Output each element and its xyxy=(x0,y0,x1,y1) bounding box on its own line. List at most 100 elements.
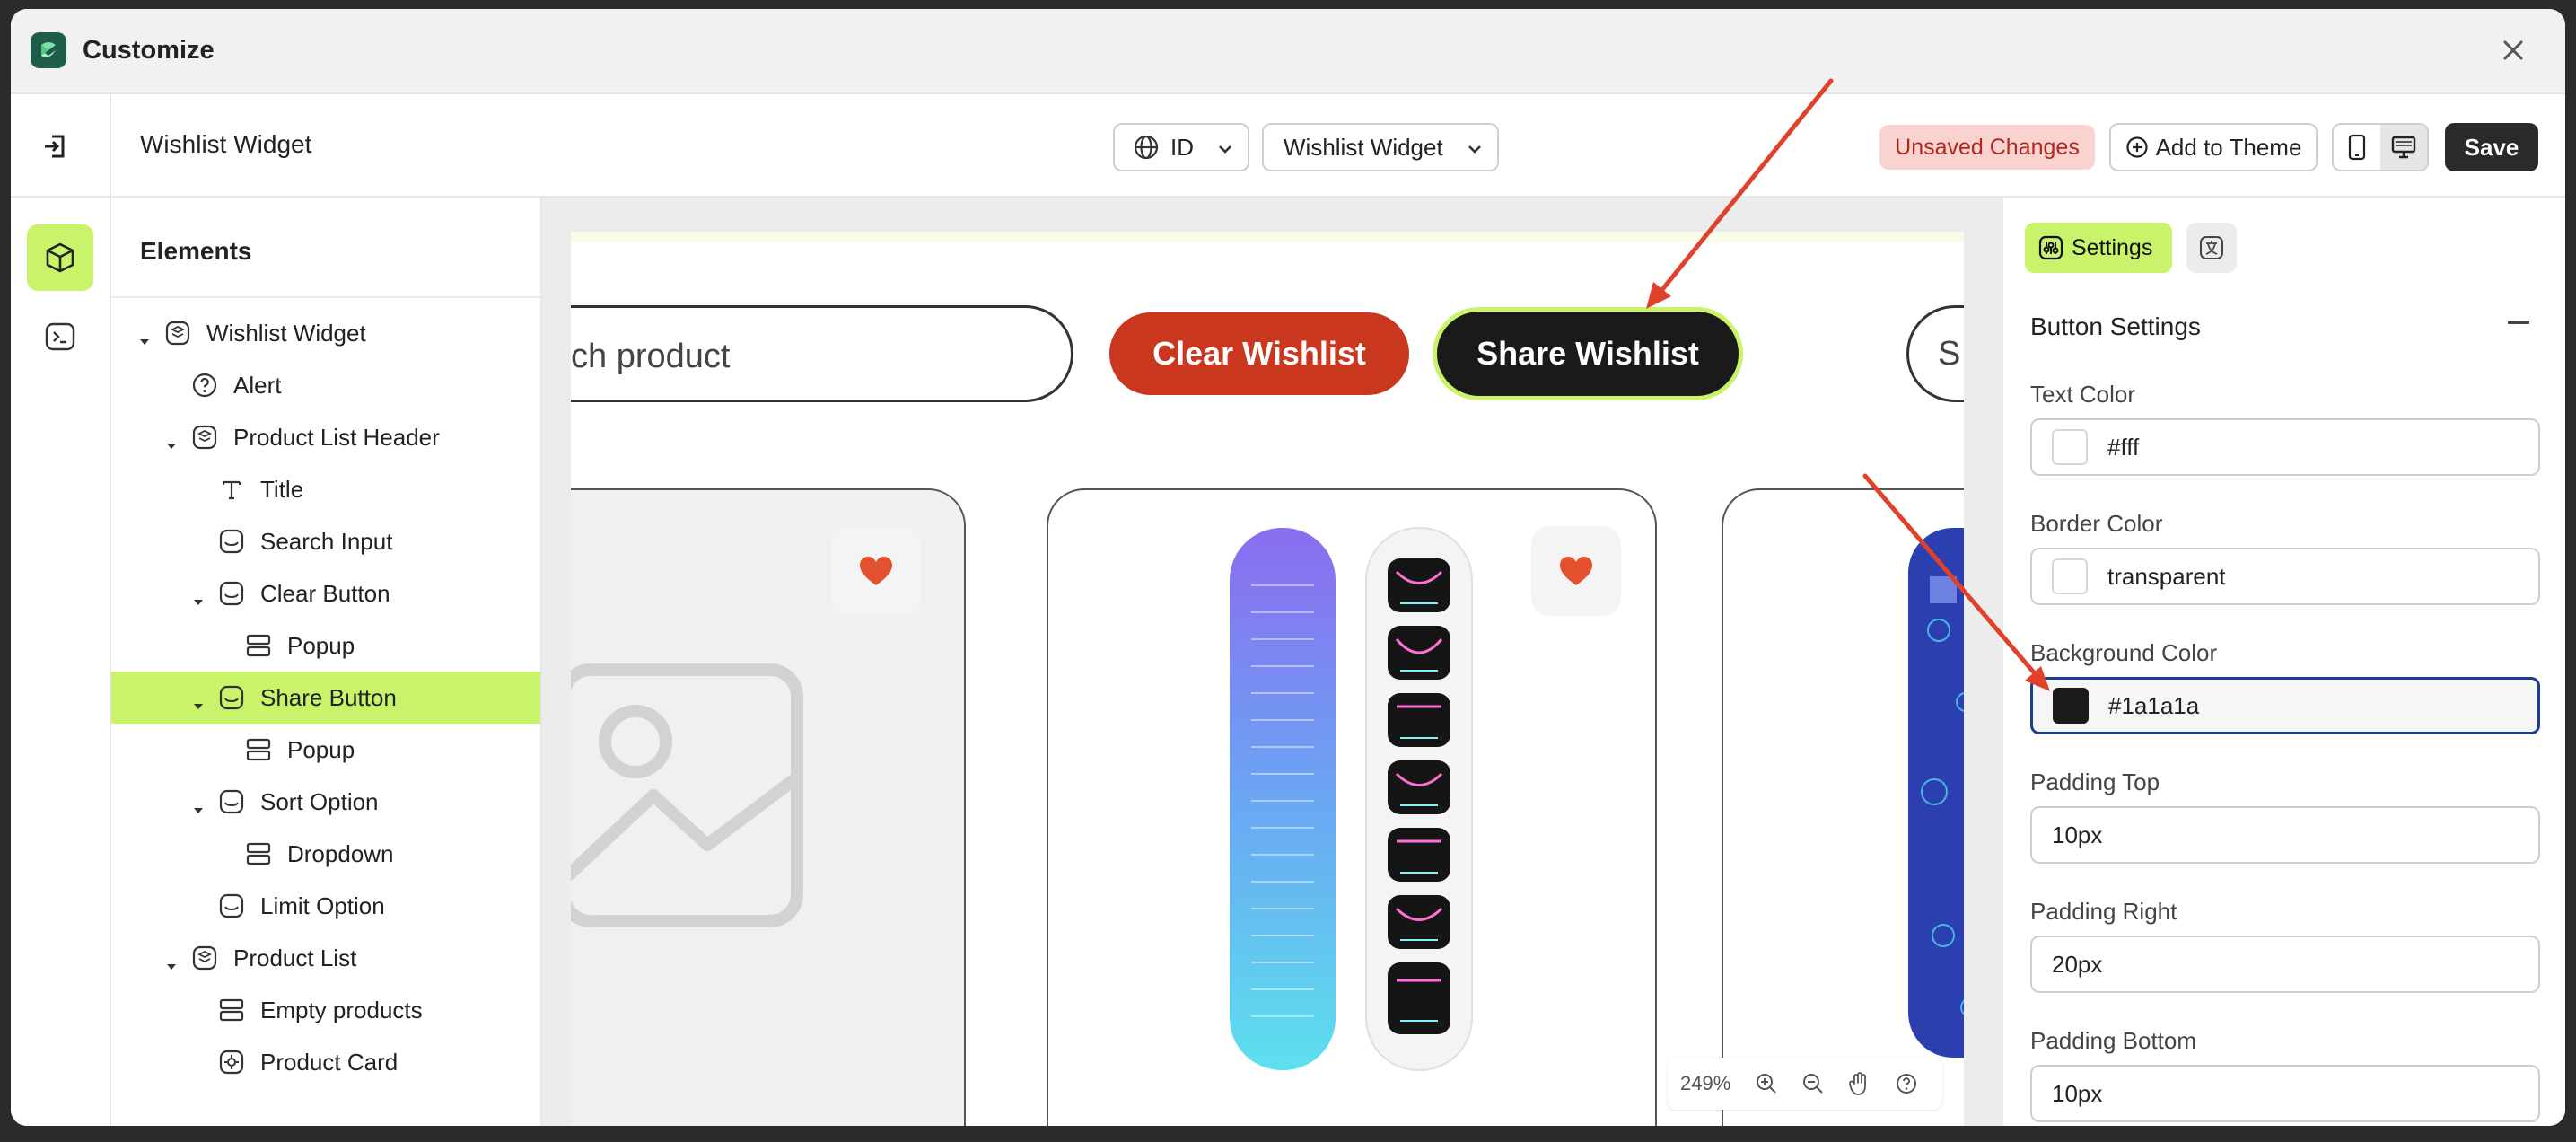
language-select[interactable]: ID xyxy=(1113,123,1249,171)
tab-settings[interactable]: Settings xyxy=(2025,223,2172,273)
zoom-out-button[interactable] xyxy=(1790,1058,1836,1110)
product-card[interactable] xyxy=(1047,488,1657,1126)
plus-circle-icon xyxy=(2125,136,2148,158)
tree-node[interactable]: Popup xyxy=(111,724,540,776)
section-title: Button Settings xyxy=(2030,312,2201,340)
tree-node[interactable]: Product Card xyxy=(111,1036,540,1088)
globe-icon xyxy=(1134,135,1159,160)
code-rail-button[interactable] xyxy=(27,303,93,370)
tree-node-label: Popup xyxy=(287,631,355,659)
elements-panel: Elements Wishlist Widget Alert Product Lis… xyxy=(111,198,542,1126)
save-button[interactable]: Save xyxy=(2445,123,2538,171)
clear-wishlist-button[interactable]: Clear Wishlist xyxy=(1109,312,1409,395)
tree-node[interactable]: Sort Option xyxy=(111,776,540,828)
tree-node[interactable]: Empty products xyxy=(111,984,540,1036)
tree-node-label: Product List xyxy=(233,944,357,971)
translate-icon xyxy=(2200,236,2223,259)
widget-icon xyxy=(190,423,219,452)
tree-node[interactable]: Limit Option xyxy=(111,880,540,932)
widget-select[interactable]: Wishlist Widget xyxy=(1262,123,1499,171)
tree-node-label: Limit Option xyxy=(260,892,385,919)
widget-icon xyxy=(163,319,192,347)
text-input[interactable]: 10px xyxy=(2030,1065,2540,1122)
tree-node[interactable]: Product List xyxy=(111,932,540,984)
caret-down-icon[interactable] xyxy=(192,587,205,605)
terminal-icon xyxy=(45,322,75,351)
snowboard-product-image-partial xyxy=(1908,528,1964,1058)
caret-down-icon[interactable] xyxy=(165,952,178,970)
left-rail xyxy=(11,198,111,1126)
sort-option-preview[interactable]: S xyxy=(1906,305,1964,402)
preview-top-strip xyxy=(571,232,1964,242)
tree-node[interactable]: Share Button xyxy=(111,672,540,724)
product-card[interactable] xyxy=(571,488,966,1126)
text-input[interactable]: 10px xyxy=(2030,806,2540,864)
toolbar-divider xyxy=(110,94,111,198)
elements-title: Elements xyxy=(140,237,252,265)
top-toolbar: Wishlist Widget ID Wishlist Widget Unsav… xyxy=(11,94,2565,198)
field-label: Text Color xyxy=(2030,381,2136,408)
add-to-theme-button[interactable]: Add to Theme xyxy=(2109,123,2318,171)
field-value: transparent xyxy=(2107,562,2226,590)
tree-node[interactable]: Popup xyxy=(111,619,540,672)
elements-rail-button[interactable] xyxy=(27,224,93,291)
tree-node-label: Popup xyxy=(287,735,355,763)
text-icon xyxy=(217,475,246,504)
wishlist-heart-button[interactable] xyxy=(831,526,921,616)
color-swatch[interactable] xyxy=(2053,688,2089,724)
color-input[interactable]: #fff xyxy=(2030,418,2540,476)
caret-down-icon[interactable] xyxy=(192,691,205,709)
zoom-toolbar: 249% xyxy=(1668,1058,1942,1110)
device-toggle xyxy=(2332,123,2429,171)
tree-node[interactable]: Dropdown xyxy=(111,828,540,880)
tree-node-label: Empty products xyxy=(260,996,423,1023)
tree-node[interactable]: Clear Button xyxy=(111,567,540,619)
gear-box-icon xyxy=(217,1048,246,1076)
desktop-view-button[interactable] xyxy=(2380,125,2427,170)
close-icon[interactable] xyxy=(2497,34,2529,66)
block-icon xyxy=(217,579,246,608)
color-swatch[interactable] xyxy=(2052,558,2088,594)
zoom-in-button[interactable] xyxy=(1743,1058,1790,1110)
zoom-in-icon xyxy=(1757,1074,1776,1094)
wishlist-heart-button[interactable] xyxy=(1531,526,1621,616)
zoom-out-icon xyxy=(1803,1074,1823,1094)
color-input[interactable]: transparent xyxy=(2030,548,2540,605)
tab-translate[interactable] xyxy=(2186,223,2237,273)
tree-node[interactable]: Alert xyxy=(111,359,540,411)
layout-rows-icon xyxy=(244,631,273,660)
tree-node[interactable]: Product List Header xyxy=(111,411,540,463)
add-to-theme-label: Add to Theme xyxy=(2155,133,2302,161)
color-input[interactable]: #1a1a1a xyxy=(2030,677,2540,734)
caret-down-icon[interactable] xyxy=(192,795,205,813)
block-icon xyxy=(217,527,246,556)
collapse-icon[interactable] xyxy=(2508,321,2529,324)
customize-window: Customize Wishlist Widget ID Wishlist Wi… xyxy=(11,9,2565,1126)
tree-node[interactable]: Title xyxy=(111,463,540,515)
sort-partial-text: S xyxy=(1938,334,1961,373)
tree-node[interactable]: Wishlist Widget xyxy=(111,307,540,359)
chevron-down-icon xyxy=(1468,145,1481,154)
mobile-view-button[interactable] xyxy=(2334,125,2380,170)
sliders-icon xyxy=(2038,235,2063,260)
caret-down-icon[interactable] xyxy=(138,327,151,345)
caret-down-icon[interactable] xyxy=(165,431,178,449)
tree-node[interactable]: Search Input xyxy=(111,515,540,567)
share-wishlist-button[interactable]: Share Wishlist xyxy=(1433,307,1743,400)
color-swatch[interactable] xyxy=(2052,429,2088,465)
field-label: Background Color xyxy=(2030,639,2218,666)
tree-node-label: Alert xyxy=(233,371,282,399)
tree-node-label: Dropdown xyxy=(287,839,394,867)
pan-button[interactable] xyxy=(1836,1058,1883,1110)
layout-rows-icon xyxy=(217,996,246,1024)
tree-node-label: Share Button xyxy=(260,683,397,711)
field-value: #fff xyxy=(2107,433,2140,461)
image-placeholder-icon xyxy=(571,663,803,927)
product-card[interactable] xyxy=(1722,488,1964,1126)
hand-icon xyxy=(1849,1072,1866,1095)
exit-icon[interactable] xyxy=(39,130,72,163)
text-input[interactable]: 20px xyxy=(2030,936,2540,993)
tree-node-label: Search Input xyxy=(260,527,393,555)
help-button[interactable] xyxy=(1883,1058,1930,1110)
settings-panel: Settings Button Settings Text Color #fff B… xyxy=(2003,198,2565,1126)
